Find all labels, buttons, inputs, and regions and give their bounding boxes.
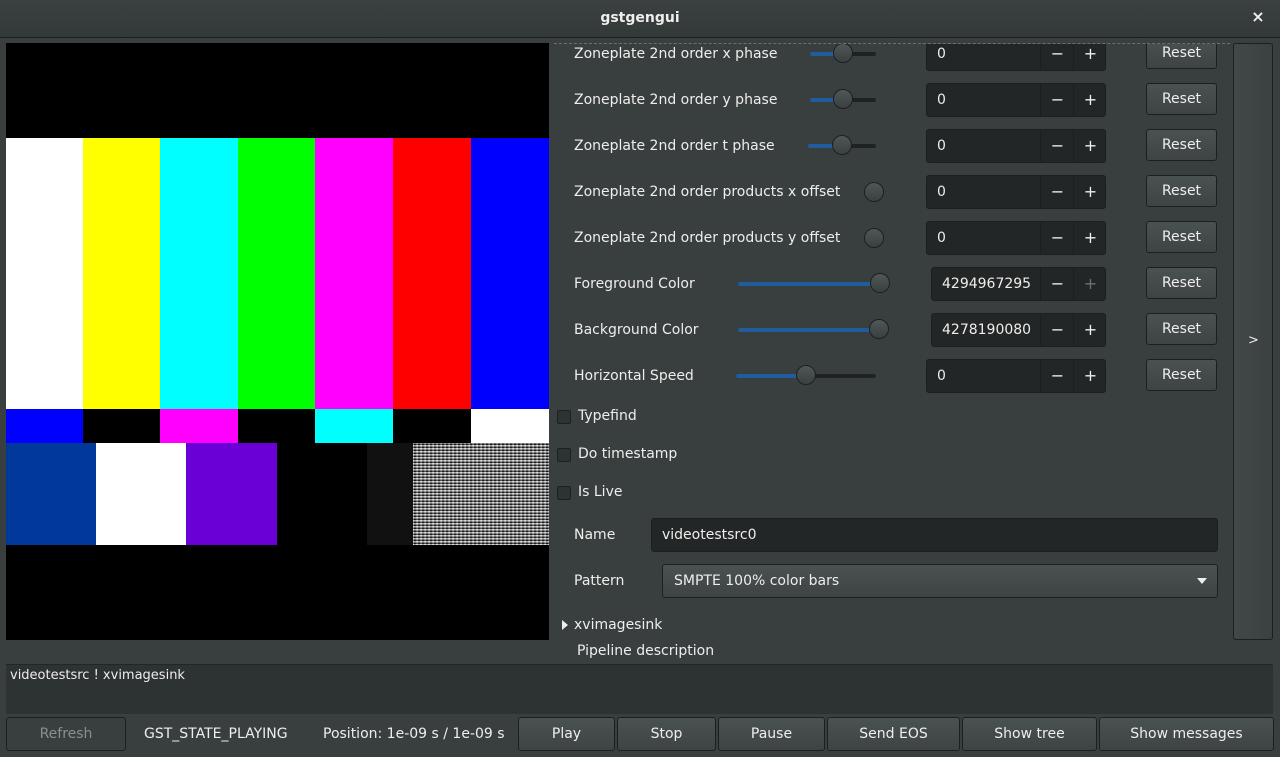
increment-button[interactable]: + <box>1073 222 1107 254</box>
increment-button[interactable]: + <box>1073 360 1107 392</box>
decrement-button[interactable]: − <box>1040 222 1074 254</box>
reset-button[interactable]: Reset <box>1146 221 1217 253</box>
property-spinbutton[interactable]: 0 − + <box>926 83 1106 117</box>
property-row: Zoneplate 2nd order products x offset 0 … <box>554 175 1230 209</box>
property-label: Zoneplate 2nd order t phase <box>574 138 775 154</box>
property-spinbutton[interactable]: 0 − + <box>926 44 1107 71</box>
property-slider[interactable] <box>864 228 884 248</box>
property-slider[interactable] <box>738 273 890 293</box>
property-row: Zoneplate 2nd order x phase 0 − + Reset <box>554 44 1230 71</box>
property-row: Background Color 4278190080 − + Reset <box>554 313 1230 347</box>
pattern-dropdown[interactable]: SMPTE 100% color bars <box>662 564 1218 598</box>
decrement-button[interactable]: − <box>1040 130 1074 162</box>
window-title: gstgengui <box>600 10 680 26</box>
pipeline-state: GST_STATE_PLAYING <box>144 726 288 742</box>
refresh-button[interactable]: Refresh <box>6 717 126 751</box>
name-input[interactable]: videotestsrc0 <box>651 518 1218 552</box>
increment-button[interactable]: + <box>1073 268 1107 300</box>
increment-button[interactable]: + <box>1073 176 1107 208</box>
properties-panel: Zoneplate 2nd order x phase 0 − + Reset … <box>554 43 1230 641</box>
spin-value[interactable]: 0 <box>937 184 946 200</box>
property-slider[interactable] <box>736 365 876 385</box>
spin-value[interactable]: 4278190080 <box>942 322 1031 338</box>
property-spinbutton[interactable]: 0 − + <box>926 175 1106 209</box>
expand-arrow-icon[interactable]: > <box>1248 333 1259 348</box>
decrement-button[interactable]: − <box>1040 360 1074 392</box>
xvimagesink-expander[interactable]: xvimagesink <box>574 617 662 633</box>
chevron-down-icon <box>1197 578 1207 584</box>
increment-button[interactable]: + <box>1073 44 1107 70</box>
spin-value[interactable]: 0 <box>937 138 946 154</box>
spin-value[interactable]: 4294967295 <box>942 276 1031 292</box>
pause-button[interactable]: Pause <box>718 717 825 751</box>
is-live-checkbox[interactable] <box>557 486 571 500</box>
property-row: Foreground Color 4294967295 − + Reset <box>554 267 1230 301</box>
name-value[interactable]: videotestsrc0 <box>662 527 756 543</box>
pattern-label: Pattern <box>574 573 625 589</box>
spin-value[interactable]: 0 <box>937 230 946 246</box>
property-label: Background Color <box>574 322 699 338</box>
expander-arrow-icon[interactable] <box>562 620 568 630</box>
is-live-label[interactable]: Is Live <box>578 484 622 500</box>
show-tree-button[interactable]: Show tree <box>962 717 1097 751</box>
increment-button[interactable]: + <box>1073 130 1107 162</box>
reset-button[interactable]: Reset <box>1146 313 1217 345</box>
property-slider[interactable] <box>864 182 884 202</box>
property-row: Zoneplate 2nd order products y offset 0 … <box>554 221 1230 255</box>
reset-button[interactable]: Reset <box>1146 129 1217 161</box>
property-label: Foreground Color <box>574 276 695 292</box>
video-preview <box>6 43 549 640</box>
decrement-button[interactable]: − <box>1040 268 1074 300</box>
pipeline-text[interactable]: videotestsrc ! xvimagesink <box>10 668 185 683</box>
show-messages-button[interactable]: Show messages <box>1099 717 1274 751</box>
side-panel-toggle[interactable]: > <box>1233 43 1273 640</box>
pattern-value[interactable]: SMPTE 100% color bars <box>674 573 839 589</box>
title-bar: gstgengui × <box>0 0 1280 38</box>
property-label: Zoneplate 2nd order x phase <box>574 46 778 62</box>
typefind-label[interactable]: Typefind <box>578 408 637 424</box>
do-timestamp-checkbox[interactable] <box>557 448 571 462</box>
send-eos-button[interactable]: Send EOS <box>827 717 960 751</box>
close-icon[interactable]: × <box>1248 7 1268 27</box>
property-label: Horizontal Speed <box>574 368 694 384</box>
play-button[interactable]: Play <box>518 717 615 751</box>
increment-button[interactable]: + <box>1073 314 1107 346</box>
reset-button[interactable]: Reset <box>1146 359 1217 391</box>
position-readout: Position: 1e-09 s / 1e-09 s <box>323 726 505 742</box>
property-slider[interactable] <box>810 44 876 63</box>
property-spinbutton[interactable]: 4294967295 − + <box>931 267 1106 301</box>
spin-value[interactable]: 0 <box>937 92 946 108</box>
name-label: Name <box>574 527 616 543</box>
property-slider[interactable] <box>810 89 876 109</box>
pipeline-description-input[interactable]: videotestsrc ! xvimagesink <box>6 664 1273 714</box>
do-timestamp-label[interactable]: Do timestamp <box>578 446 677 462</box>
decrement-button[interactable]: − <box>1040 44 1074 70</box>
spin-value[interactable]: 0 <box>937 368 946 384</box>
property-slider[interactable] <box>738 319 889 339</box>
spin-value[interactable]: 0 <box>937 46 946 62</box>
reset-button[interactable]: Reset <box>1146 44 1217 69</box>
stop-button[interactable]: Stop <box>617 717 716 751</box>
property-spinbutton[interactable]: 0 − + <box>926 221 1106 255</box>
reset-button[interactable]: Reset <box>1146 267 1217 299</box>
noise-pattern <box>413 443 549 545</box>
property-label: Zoneplate 2nd order products x offset <box>574 184 841 200</box>
reset-button[interactable]: Reset <box>1146 175 1217 207</box>
decrement-button[interactable]: − <box>1040 176 1074 208</box>
property-label: Zoneplate 2nd order y phase <box>574 92 778 108</box>
property-spinbutton[interactable]: 0 − + <box>926 129 1106 163</box>
property-row: Zoneplate 2nd order t phase 0 − + Reset <box>554 129 1230 163</box>
property-spinbutton[interactable]: 4278190080 − + <box>931 313 1106 347</box>
property-label: Zoneplate 2nd order products y offset <box>574 230 841 246</box>
property-spinbutton[interactable]: 0 − + <box>926 359 1106 393</box>
increment-button[interactable]: + <box>1073 84 1107 116</box>
pipeline-label: Pipeline description <box>577 643 715 659</box>
property-row: Horizontal Speed 0 − + Reset <box>554 359 1230 393</box>
typefind-checkbox[interactable] <box>557 410 571 424</box>
property-row: Zoneplate 2nd order y phase 0 − + Reset <box>554 83 1230 117</box>
property-slider[interactable] <box>808 135 876 155</box>
decrement-button[interactable]: − <box>1040 84 1074 116</box>
decrement-button[interactable]: − <box>1040 314 1074 346</box>
reset-button[interactable]: Reset <box>1146 83 1217 115</box>
